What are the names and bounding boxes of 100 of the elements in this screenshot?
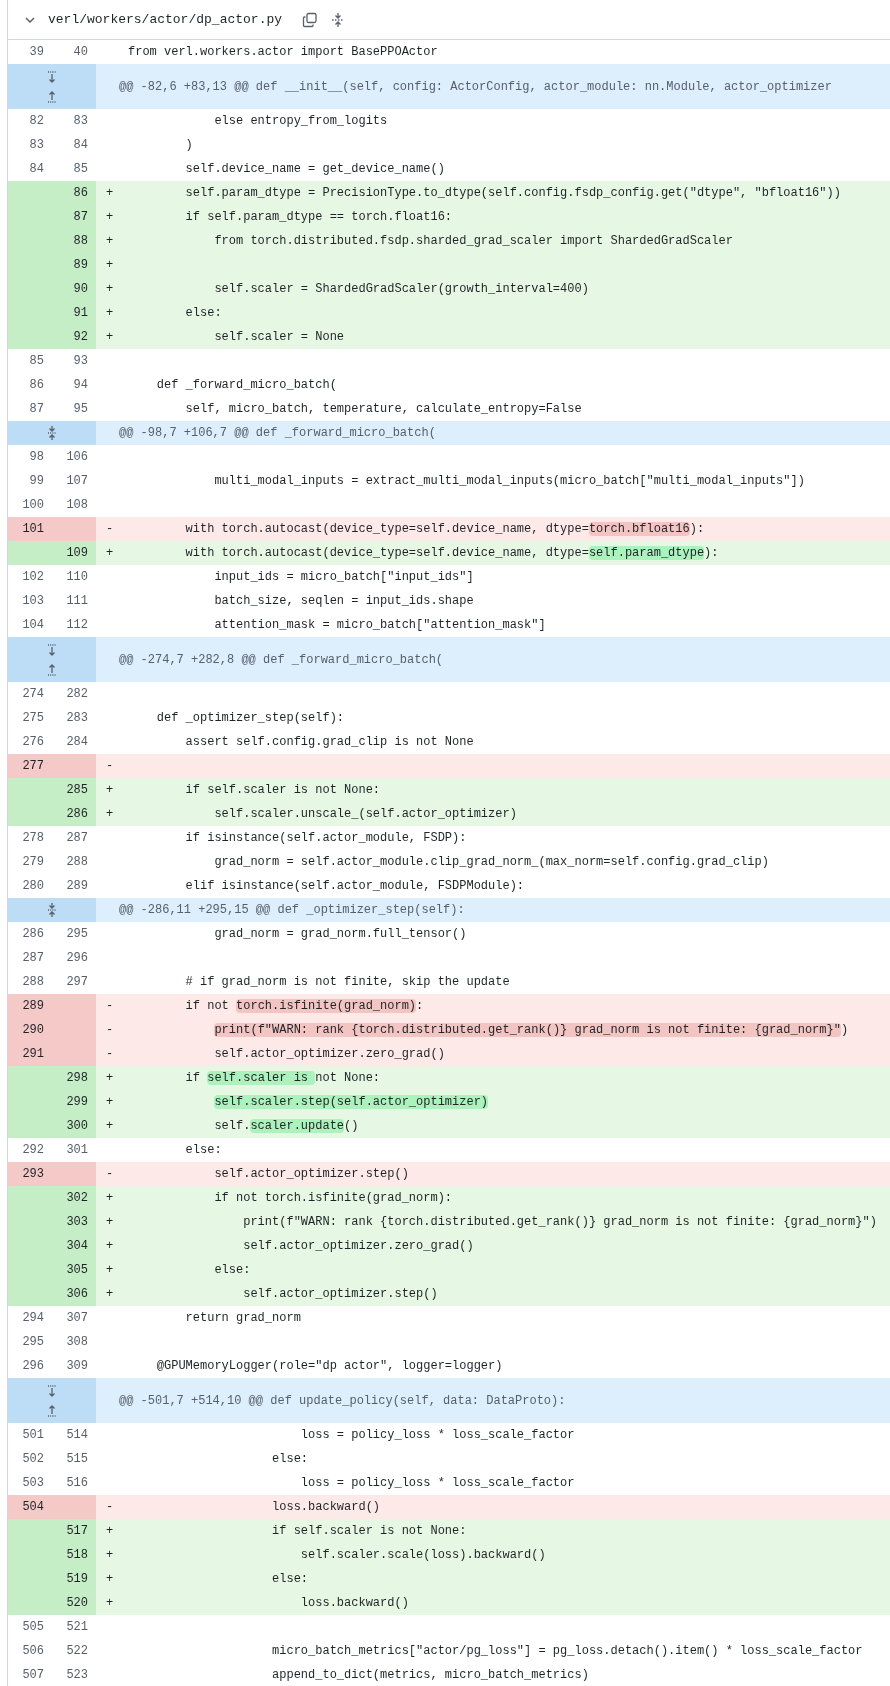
code-line: if not torch.isfinite(grad_norm):: [184, 998, 424, 1015]
diff-sign: +: [106, 234, 114, 248]
code-line: with torch.autocast(device_type=self.device_name, dtype=torch.bfloat16):: [184, 521, 705, 538]
line-number: 289: [8, 994, 52, 1018]
expand-down-icon[interactable]: [45, 642, 59, 657]
line-number: 290: [8, 1018, 52, 1042]
diff-sign: -: [106, 1047, 114, 1061]
code-line: else:: [271, 1571, 309, 1588]
expand-icon[interactable]: [45, 902, 59, 918]
line-number: 304: [52, 1234, 96, 1258]
code-line: loss.backward(): [271, 1499, 381, 1516]
hunk-header: @@ -98,7 +106,7 @@ def _forward_micro_batch(: [118, 425, 436, 442]
diff-sign: +: [106, 1119, 114, 1133]
line-number: 300: [52, 1114, 96, 1138]
code-line: attention_mask = micro_batch["attention_mask"]: [213, 617, 546, 634]
expand-up-icon[interactable]: [45, 1403, 59, 1418]
code-line: from torch.distributed.fsdp.sharded_grad_scaler import ShardedGradScaler: [213, 233, 733, 250]
diff-sign: +: [106, 1524, 114, 1538]
code-line: grad_norm = grad_norm.full_tensor(): [213, 926, 467, 943]
line-number: 92: [52, 325, 96, 349]
diff-sign: +: [106, 258, 114, 272]
line-number: 109: [52, 541, 96, 565]
diff-sign: +: [106, 1263, 114, 1277]
expand-up-icon[interactable]: [45, 89, 59, 104]
line-number: 286: [52, 802, 96, 826]
code-line: def _forward_micro_batch(: [155, 377, 337, 394]
expand-icon[interactable]: [45, 425, 59, 441]
line-number: 517: [52, 1519, 96, 1543]
code-line: from verl.workers.actor import BasePPOActor: [128, 44, 438, 61]
code-line: grad_norm = self.actor_module.clip_grad_norm_(max_norm=self.config.grad_clip): [213, 854, 769, 871]
code-line: self.actor_optimizer.step(): [242, 1286, 438, 1303]
expand-up-icon[interactable]: [45, 662, 59, 677]
line-number: 519: [52, 1567, 96, 1591]
code-line: micro_batch_metrics["actor/pg_loss"] = pg_loss.detach().item() * loss_scale_factor: [271, 1643, 863, 1660]
diff-sign: +: [106, 1572, 114, 1586]
line-number: 306: [52, 1282, 96, 1306]
diff-sign: +: [106, 1071, 114, 1085]
diff-sign: +: [106, 306, 114, 320]
code-line: else:: [184, 1142, 222, 1159]
code-line: self.actor_optimizer.step(): [213, 1166, 409, 1183]
code-line: multi_modal_inputs = extract_multi_modal_inputs(micro_batch["multi_modal_inputs"]): [213, 473, 805, 490]
hunk-header: @@ -274,7 +282,8 @@ def _forward_micro_batch(: [118, 651, 444, 669]
line-number: 86: [52, 181, 96, 205]
expand-down-icon[interactable]: [45, 69, 59, 84]
diff-sign: +: [106, 186, 114, 200]
diff-sign: +: [106, 1239, 114, 1253]
code-line: print(f"WARN: rank {torch.distributed.get_rank()} grad_norm is not finite: {grad_norm}"): [213, 1022, 849, 1039]
diff-sign: +: [106, 1287, 114, 1301]
diff-sign: -: [106, 759, 114, 773]
line-number: 101: [8, 517, 52, 541]
code-line: ): [184, 137, 193, 154]
code-line: self.device_name = get_device_name(): [184, 161, 445, 178]
code-line: input_ids = micro_batch["input_ids"]: [213, 569, 474, 586]
line-number: 277: [8, 754, 52, 778]
code-line: else:: [213, 1262, 251, 1279]
code-line: if self.param_dtype == torch.float16:: [184, 209, 453, 226]
line-number: 285: [52, 778, 96, 802]
diff-sign: -: [106, 1167, 114, 1181]
line-number: 89: [52, 253, 96, 277]
line-number: 520: [52, 1591, 96, 1615]
diff-sign: +: [106, 210, 114, 224]
line-number: 305: [52, 1258, 96, 1282]
code-line: else:: [271, 1451, 309, 1468]
diff-sign: -: [106, 1023, 114, 1037]
code-line: if not torch.isfinite(grad_norm):: [213, 1190, 453, 1207]
code-line: elif isinstance(self.actor_module, FSDPModule):: [184, 878, 525, 895]
code-line: assert self.config.grad_clip is not None: [184, 734, 474, 751]
code-line: self.param_dtype = PrecisionType.to_dtype(self.config.fsdp_config.get("dtype", "bfloat16")): [184, 185, 841, 202]
line-number: 291: [8, 1042, 52, 1066]
code-line: def _optimizer_step(self):: [155, 710, 345, 727]
hunk-header: @@ -82,6 +83,13 @@ def __init__(self, config: ActorConfig, actor_module: nn.Module, actor_optimizer: [118, 78, 832, 96]
code-line: else:: [184, 305, 222, 322]
code-line: with torch.autocast(device_type=self.device_name, dtype=self.param_dtype):: [184, 545, 719, 562]
code-line: self.scaler.unscale_(self.actor_optimizer): [213, 806, 517, 823]
code-line: self.scaler = None: [213, 329, 345, 346]
code-line: self.actor_optimizer.zero_grad(): [242, 1238, 474, 1255]
diff-sign: +: [106, 546, 114, 560]
diff-sign: +: [106, 1596, 114, 1610]
code-line: self, micro_batch, temperature, calculate_entropy=False: [184, 401, 582, 418]
diff-sign: +: [106, 807, 114, 821]
diff-sign: +: [106, 1548, 114, 1562]
line-number: 518: [52, 1543, 96, 1567]
hunk-header: @@ -501,7 +514,10 @@ def update_policy(self, data: DataProto):: [118, 1392, 566, 1410]
code-line: self.scaler.scale(loss).backward(): [299, 1547, 546, 1564]
expand-down-icon[interactable]: [45, 1383, 59, 1398]
code-line: self.scaler = ShardedGradScaler(growth_interval=400): [213, 281, 589, 298]
hunk-header: @@ -286,11 +295,15 @@ def _optimizer_step(self):: [118, 902, 465, 919]
diff-sign: -: [106, 522, 114, 536]
line-number: 303: [52, 1210, 96, 1234]
line-number: 293: [8, 1162, 52, 1186]
code-line: # if grad_norm is not finite, skip the update: [184, 974, 510, 991]
copy-icon[interactable]: [302, 11, 319, 28]
diff-sign: +: [106, 1215, 114, 1229]
code-line: loss = policy_loss * loss_scale_factor: [299, 1475, 575, 1492]
file-path: verl/workers/actor/dp_actor.py: [48, 10, 283, 29]
code-line: print(f"WARN: rank {torch.distributed.get_rank()} grad_norm is not finite: {grad_norm}"): [242, 1214, 877, 1231]
line-number: 504: [8, 1495, 52, 1519]
code-line: loss = policy_loss * loss_scale_factor: [299, 1427, 575, 1444]
code-line: self.scaler.step(self.actor_optimizer): [213, 1094, 489, 1111]
code-line: if self.scaler is not None:: [184, 782, 381, 799]
